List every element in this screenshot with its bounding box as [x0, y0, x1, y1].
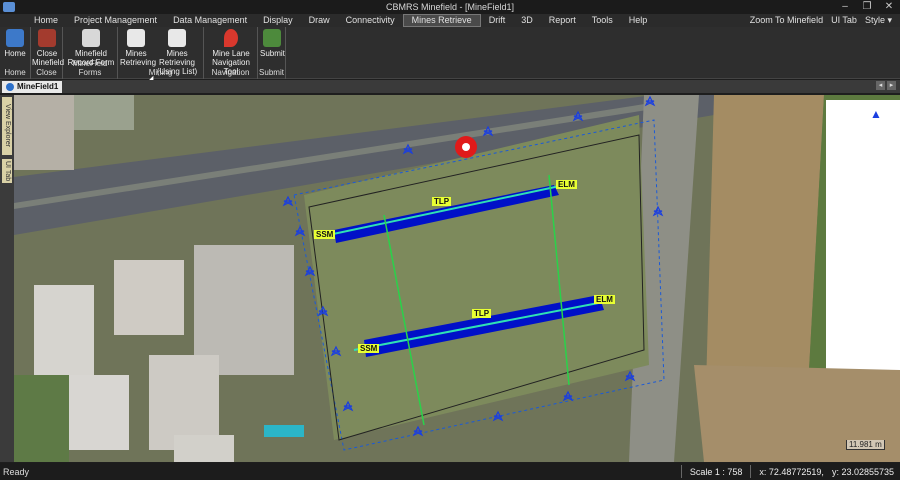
- scroll-tabs-right-icon[interactable]: ▸: [887, 81, 896, 90]
- ribbon-group-close: Close Minefield Close: [31, 27, 65, 79]
- mines-retrieving-label: Mines Retrieving: [120, 49, 157, 67]
- menu-drift[interactable]: Drift: [481, 14, 514, 27]
- style-label: Style: [864, 15, 885, 25]
- menu-help[interactable]: Help: [621, 14, 656, 27]
- status-scale: Scale 1 : 758: [689, 466, 743, 477]
- lane-label-ssm-2[interactable]: SSM: [358, 344, 380, 353]
- home-button[interactable]: Home: [3, 29, 27, 58]
- lane-label-tlp-2[interactable]: TLP: [472, 309, 492, 318]
- building: [34, 285, 94, 375]
- ribbon-group-label: Mining: [148, 68, 173, 77]
- lane-label-elm-1[interactable]: ELM: [556, 180, 577, 189]
- style-menu[interactable]: Style ▾: [861, 14, 896, 27]
- satellite-map[interactable]: [14, 95, 900, 462]
- building: [114, 260, 184, 335]
- status-x-coordinate: x: 72.48772519,: [759, 466, 824, 477]
- map-pin-icon: [224, 29, 238, 47]
- green-area: [14, 375, 69, 462]
- side-tab-strip: View Explorer UI Tab: [0, 95, 14, 462]
- building: [69, 375, 129, 450]
- building: [174, 435, 234, 462]
- menu-draw[interactable]: Draw: [301, 14, 338, 27]
- ribbon-group-home: Home Home: [0, 27, 31, 79]
- tab-minefield1[interactable]: MineField1: [2, 80, 63, 93]
- red-mine-marker-center: [462, 143, 470, 151]
- close-minefield-icon: [38, 29, 56, 47]
- view-explorer-tab[interactable]: View Explorer: [2, 97, 12, 155]
- ribbon-group-label: Home: [4, 68, 26, 77]
- close-minefield-label: Close Minefield: [32, 49, 65, 67]
- ribbon-group-label: Submit: [259, 68, 284, 77]
- lane-label-tlp-1[interactable]: TLP: [432, 197, 452, 206]
- map-view[interactable]: SSM TLP ELM SSM TLP ELM ▲ 11.981 m: [14, 95, 900, 462]
- status-separator: [750, 465, 752, 478]
- document-tab-strip: MineField1 ◂ ▸: [0, 80, 900, 93]
- ribbon-group-navigation: Mine Lane Navigation Tool Navigation: [204, 27, 258, 79]
- ribbon-group-label: Close: [36, 68, 57, 77]
- window-title: CBMRS Minefield - [MineField1]: [385, 2, 515, 12]
- mine-list-icon: [168, 29, 186, 47]
- status-y-coordinate: y: 23.02855735: [831, 466, 894, 477]
- ui-tab-side[interactable]: UI Tab: [2, 159, 12, 183]
- lane-label-elm-2[interactable]: ELM: [594, 295, 615, 304]
- home-button-label: Home: [4, 49, 26, 58]
- ribbon-group-label: Navigation: [211, 68, 250, 77]
- title-bar: CBMRS Minefield - [MineField1] – ❐ ✕: [0, 0, 900, 14]
- mine-detector-icon: [127, 29, 145, 47]
- maximize-icon[interactable]: ❐: [856, 0, 878, 14]
- status-separator: [680, 465, 682, 478]
- menu-report[interactable]: Report: [541, 14, 584, 27]
- menu-3d[interactable]: 3D: [513, 14, 541, 27]
- tab-label: MineField1: [17, 81, 59, 91]
- scroll-tabs-left-icon[interactable]: ◂: [876, 81, 885, 90]
- submit-label: Submit: [260, 49, 285, 58]
- chevron-down-icon: ▾: [887, 15, 892, 25]
- close-icon[interactable]: ✕: [878, 0, 900, 14]
- ribbon-group-minefield-forms: Minefield Record Form MineField Forms: [63, 27, 118, 79]
- form-icon: [82, 29, 100, 47]
- menu-mines-retrieve[interactable]: Mines Retrieve: [402, 14, 481, 27]
- white-panel: [826, 100, 900, 370]
- menu-connectivity[interactable]: Connectivity: [338, 14, 403, 27]
- menu-bar: Home Project Management Data Management …: [0, 14, 900, 27]
- building: [14, 95, 74, 170]
- menu-home[interactable]: Home: [26, 14, 66, 27]
- minimize-icon[interactable]: –: [834, 0, 856, 14]
- menu-data-management[interactable]: Data Management: [165, 14, 255, 27]
- menu-display[interactable]: Display: [255, 14, 301, 27]
- lane-label-ssm-1[interactable]: SSM: [314, 230, 336, 239]
- north-arrow-icon: ▲: [870, 107, 882, 121]
- pool: [264, 425, 304, 437]
- submit-icon: [263, 29, 281, 47]
- ui-tab-button[interactable]: UI Tab: [827, 14, 861, 27]
- mines-retrieving-button[interactable]: Mines Retrieving: [120, 29, 156, 67]
- ribbon-group-label: MineField Forms: [72, 59, 108, 77]
- status-ready: Ready: [3, 466, 30, 477]
- ribbon-group-submit: Submit Submit: [258, 27, 286, 79]
- building: [74, 95, 134, 130]
- menu-project-management[interactable]: Project Management: [66, 14, 165, 27]
- globe-icon: [6, 82, 14, 91]
- ribbon-group-mining: Mines Retrieving Mines Retrieving (Using…: [118, 27, 204, 79]
- submit-button[interactable]: Submit: [260, 29, 285, 58]
- zoom-to-minefield-button[interactable]: Zoom To Minefield: [746, 14, 827, 27]
- ribbon: Home Home Close Minefield Close Minefiel…: [0, 27, 900, 85]
- home-icon: [6, 29, 24, 47]
- close-minefield-button[interactable]: Close Minefield: [32, 29, 65, 67]
- scale-bar: 11.981 m: [846, 440, 885, 450]
- menu-tools[interactable]: Tools: [584, 14, 621, 27]
- status-bar: Ready Scale 1 : 758 x: 72.48772519, y: 2…: [0, 463, 900, 480]
